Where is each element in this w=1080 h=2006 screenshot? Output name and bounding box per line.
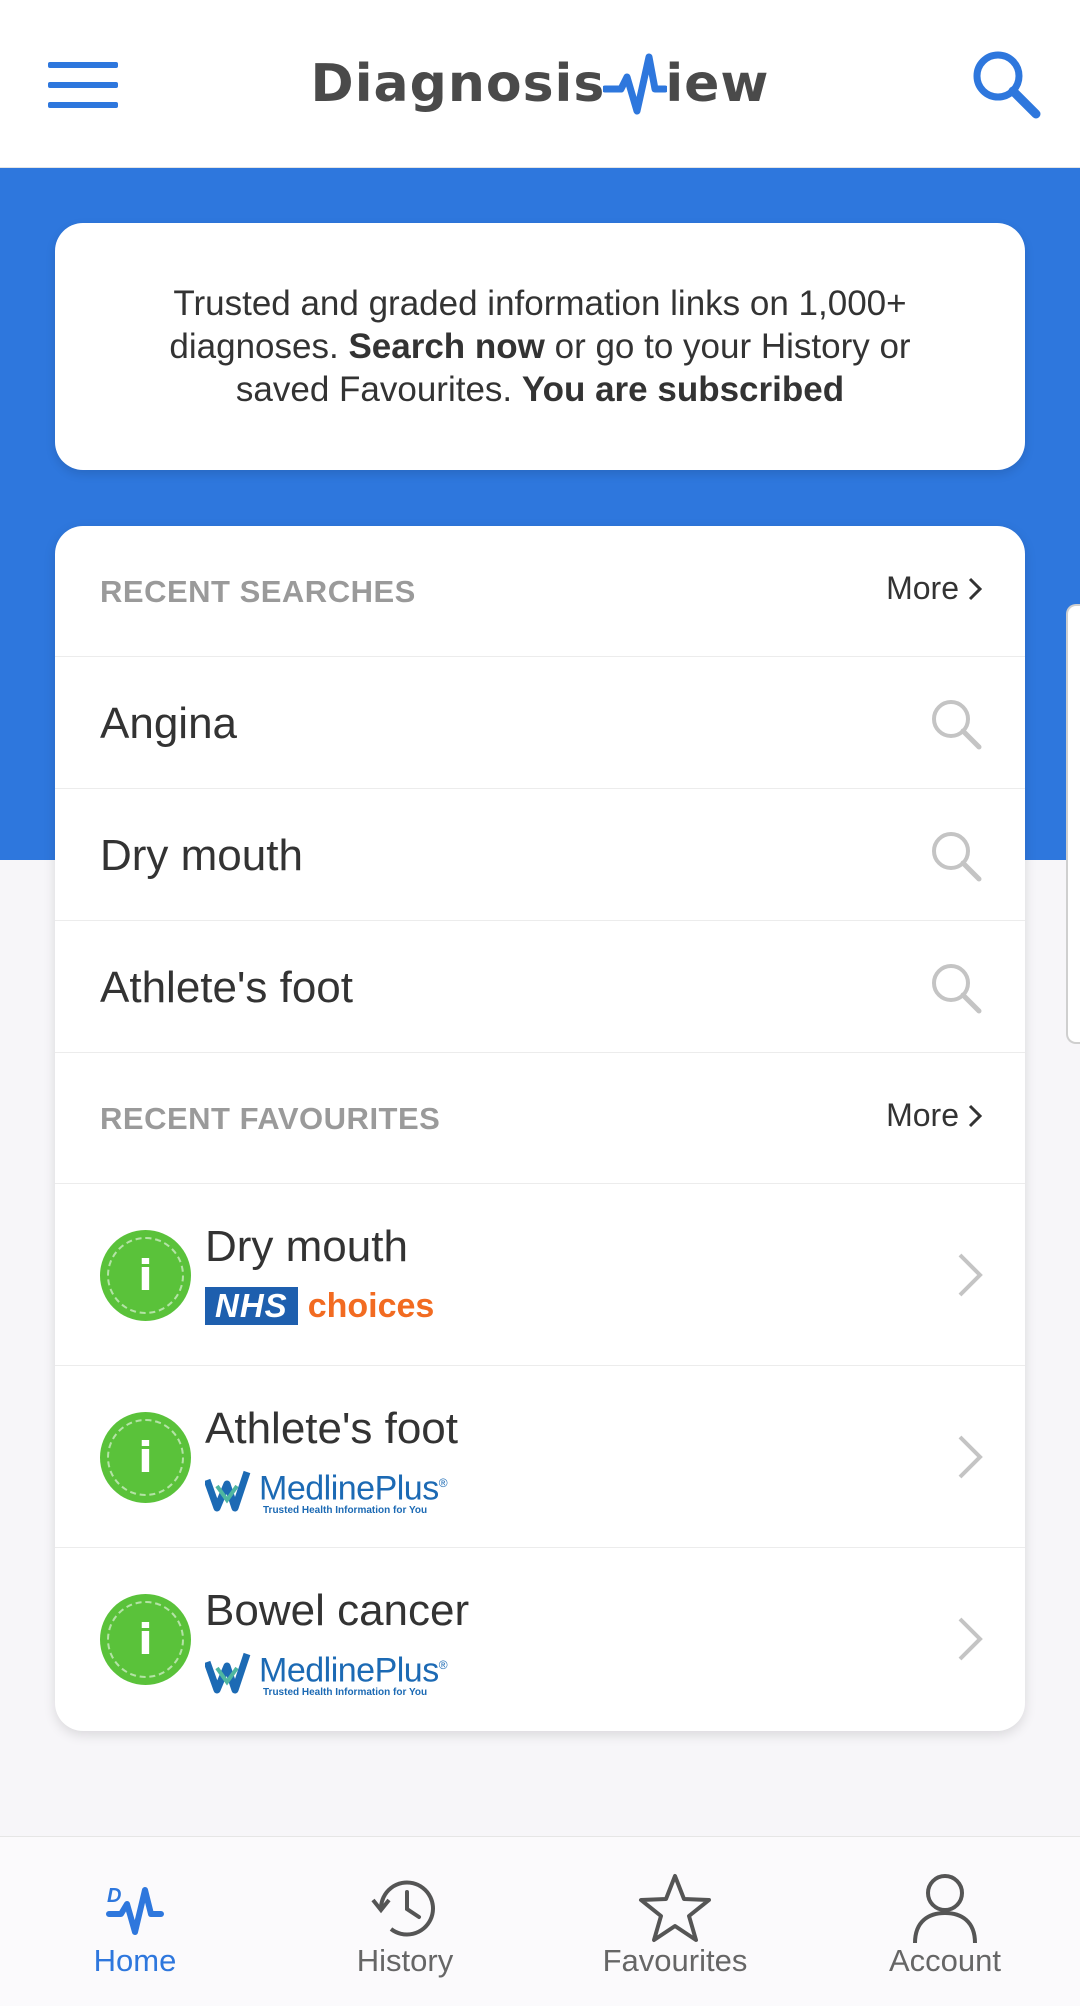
- recent-search-item[interactable]: Dry mouth: [55, 789, 1025, 921]
- recent-favourites-more-button[interactable]: More: [886, 1097, 983, 1134]
- medlineplus-mark-icon: [205, 1652, 251, 1694]
- favourite-title: Bowel cancer: [205, 1586, 470, 1635]
- home-dv-icon: D: [90, 1863, 180, 1953]
- nav-home[interactable]: D Home: [0, 1837, 270, 2006]
- info-icon: i: [100, 1594, 191, 1685]
- edge-panel-handle[interactable]: [1066, 604, 1080, 1044]
- history-icon: [360, 1863, 450, 1953]
- recent-searches-title: RECENT SEARCHES: [100, 574, 416, 609]
- nhs-choices-logo: NHS choices: [205, 1284, 434, 1328]
- logo-text-right: iew: [665, 54, 770, 114]
- recent-search-item[interactable]: Angina: [55, 657, 1025, 789]
- search-icon[interactable]: [970, 48, 1042, 120]
- bottom-navigation: D Home History Favourites Account: [0, 1836, 1080, 2006]
- nav-history[interactable]: History: [270, 1837, 540, 2006]
- favourite-title: Dry mouth: [205, 1222, 408, 1271]
- pulse-icon: [603, 53, 668, 115]
- recent-searches-more-button[interactable]: More: [886, 570, 983, 607]
- chevron-right-icon: [968, 577, 983, 600]
- chevron-right-icon: [968, 1104, 983, 1127]
- favourite-item[interactable]: i Dry mouth NHS choices: [55, 1184, 1025, 1366]
- favourite-item[interactable]: i Athlete's foot MedlinePlus® Trusted He…: [55, 1366, 1025, 1548]
- search-now-link[interactable]: Search now: [348, 327, 544, 366]
- medlineplus-logo: MedlinePlus® Trusted Health Information …: [205, 1466, 448, 1516]
- logo-text-left: Diagnosis: [310, 54, 606, 114]
- favourite-title: Athlete's foot: [205, 1404, 458, 1453]
- intro-text: Trusted and graded information links on …: [169, 284, 911, 409]
- chevron-right-icon: [958, 1435, 983, 1479]
- intro-card: Trusted and graded information links on …: [55, 223, 1025, 470]
- info-icon: i: [100, 1412, 191, 1503]
- recent-favourites-header: RECENT FAVOURITES More: [55, 1053, 1025, 1184]
- recent-searches-header: RECENT SEARCHES More: [55, 526, 1025, 657]
- info-icon: i: [100, 1230, 191, 1321]
- search-icon[interactable]: [929, 829, 983, 883]
- nav-account[interactable]: Account: [810, 1837, 1080, 2006]
- nav-favourites[interactable]: Favourites: [540, 1837, 810, 2006]
- recent-card: RECENT SEARCHES More Angina Dry mouth At…: [55, 526, 1025, 1731]
- subscription-status: You are subscribed: [521, 370, 845, 409]
- app-logo: Diagnosis iew: [0, 48, 1080, 120]
- star-icon: [630, 1863, 720, 1953]
- search-icon[interactable]: [929, 961, 983, 1015]
- chevron-right-icon: [958, 1617, 983, 1661]
- chevron-right-icon: [958, 1253, 983, 1297]
- medlineplus-mark-icon: [205, 1470, 251, 1512]
- search-icon[interactable]: [929, 697, 983, 751]
- medlineplus-logo: MedlinePlus® Trusted Health Information …: [205, 1648, 448, 1698]
- recent-search-item[interactable]: Athlete's foot: [55, 921, 1025, 1053]
- svg-text:D: D: [107, 1885, 121, 1907]
- recent-favourites-title: RECENT FAVOURITES: [100, 1101, 441, 1136]
- favourite-item[interactable]: i Bowel cancer MedlinePlus® Trusted Heal…: [55, 1548, 1025, 1730]
- account-icon: [900, 1863, 990, 1953]
- app-header: Diagnosis iew: [0, 0, 1080, 168]
